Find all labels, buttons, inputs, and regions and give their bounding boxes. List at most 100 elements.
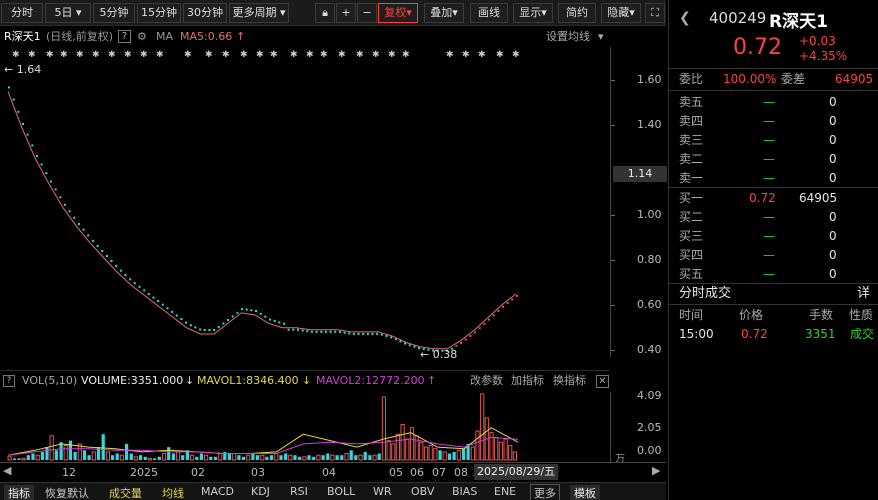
event-marker-icon[interactable]: ✱ <box>446 50 454 60</box>
event-marker-icon[interactable]: ✱ <box>372 50 380 60</box>
tab-macd[interactable]: MACD <box>201 485 234 498</box>
event-marker-icon[interactable]: ✱ <box>356 50 364 60</box>
gear-icon[interactable]: ⚙ <box>137 27 147 47</box>
event-marker-icon[interactable]: ✱ <box>184 50 192 60</box>
event-marker-icon[interactable]: ✱ <box>320 50 328 60</box>
tab-restore-default[interactable]: 恢复默认 <box>45 485 89 500</box>
book-row[interactable]: 卖四 — 0 <box>669 112 878 131</box>
tab-template[interactable]: 模板 <box>570 485 600 500</box>
tab-obv[interactable]: OBV <box>411 485 434 498</box>
volume-bar <box>461 448 466 460</box>
help-icon[interactable]: ? <box>118 30 131 43</box>
event-marker-icon[interactable]: ✱ <box>108 50 116 60</box>
tick-mark <box>611 260 615 261</box>
volume-bar <box>204 454 209 461</box>
tab-bias[interactable]: BIAS <box>452 485 477 498</box>
close-icon[interactable]: ✕ <box>596 375 609 388</box>
volume-bar <box>195 456 199 460</box>
volume-bar <box>110 455 115 460</box>
book-row[interactable]: 卖五 — 0 <box>669 93 878 112</box>
volume-bar <box>161 453 167 461</box>
event-marker-icon[interactable]: ✱ <box>12 50 20 60</box>
simple-button[interactable]: 简约 <box>558 3 596 23</box>
event-marker-icon[interactable]: ✱ <box>496 50 504 60</box>
event-marker-icon[interactable]: ✱ <box>256 50 264 60</box>
zoom-out-button[interactable]: − <box>357 3 377 23</box>
price-chart[interactable]: ✱ ✱ ✱ ✱ ✱ ✱ ✱ ✱ ✱ ✱ ✱ ✱ ✱ ✱ ✱ ✱ ✱ ✱ ✱ ✱ ✱ ✱ ✱ ✱ ✱ ✱ ✱ ✱ ✱ ← 1.64 ← 0… <box>0 47 610 363</box>
vtick-max: 4.09 <box>637 389 662 402</box>
tab-volume[interactable]: 成交量 <box>109 485 142 500</box>
event-marker-icon[interactable]: ✱ <box>92 50 100 60</box>
tab-indicator[interactable]: 指标 <box>4 485 34 500</box>
event-marker-icon[interactable]: ✱ <box>240 50 248 60</box>
tab-5day[interactable]: 5日 ▾ <box>45 3 91 23</box>
tab-boll[interactable]: BOLL <box>327 485 355 498</box>
event-marker-icon[interactable]: ✱ <box>402 50 410 60</box>
switch-indicator-link[interactable]: 换指标 <box>553 371 586 391</box>
adjust-button[interactable]: 复权▾ <box>378 3 418 23</box>
tab-intraday[interactable]: 分时 <box>1 3 43 23</box>
fullscreen-icon: ⛶ <box>651 6 659 19</box>
volume-bar <box>17 458 21 460</box>
ytick-1.40: 1.40 <box>637 118 662 131</box>
weibi-value: 100.00% <box>723 72 777 86</box>
draw-button[interactable]: 画线 <box>470 3 508 23</box>
tab-15min[interactable]: 15分钟 <box>137 3 181 23</box>
scroll-left-icon[interactable]: ◀ <box>3 464 11 477</box>
event-marker-icon[interactable]: ✱ <box>156 50 164 60</box>
event-marker-icon[interactable]: ✱ <box>76 50 84 60</box>
tab-ene[interactable]: ENE <box>494 485 516 498</box>
event-marker-icon[interactable]: ✱ <box>306 50 314 60</box>
add-indicator-link[interactable]: 加指标 <box>511 371 544 391</box>
event-marker-icon[interactable]: ✱ <box>388 50 396 60</box>
event-marker-icon[interactable]: ✱ <box>140 50 148 60</box>
tab-ma[interactable]: 均线 <box>162 485 184 500</box>
ticks-detail-button[interactable]: 详 <box>857 284 870 303</box>
event-marker-icon[interactable]: ✱ <box>28 50 36 60</box>
event-marker-icon[interactable]: ✱ <box>462 50 470 60</box>
book-row[interactable]: 买一 0.72 64905 <box>669 189 878 208</box>
scroll-right-icon[interactable]: ▶ <box>652 464 660 477</box>
chevron-left-icon[interactable]: ❮ <box>679 10 691 26</box>
tab-wr[interactable]: WR <box>373 485 392 498</box>
event-marker-icon[interactable]: ✱ <box>512 50 520 60</box>
ma-settings-link[interactable]: 设置均线 <box>546 27 590 47</box>
weibi-label: 委比 <box>679 72 704 86</box>
event-marker-icon[interactable]: ✱ <box>124 50 132 60</box>
vol-title: VOL(5,10) <box>22 374 78 387</box>
tab-more-periods[interactable]: 更多周期 ▾ <box>229 3 289 23</box>
book-row[interactable]: 卖三 — 0 <box>669 131 878 150</box>
event-marker-icon[interactable]: ✱ <box>290 50 298 60</box>
display-button[interactable]: 显示▾ <box>513 3 553 23</box>
hide-button[interactable]: 隐藏▾ <box>601 3 641 23</box>
event-marker-icon[interactable]: ✱ <box>270 50 278 60</box>
tab-5min[interactable]: 5分钟 <box>93 3 135 23</box>
ticks-columns: 时间 价格 手数 性质 <box>669 306 878 325</box>
candles <box>8 86 518 352</box>
volume-bar <box>256 455 260 460</box>
help-icon[interactable]: ? <box>3 375 15 387</box>
divider <box>669 90 878 91</box>
book-row[interactable]: 卖一 — 0 <box>669 169 878 188</box>
book-row[interactable]: 买五 — 0 <box>669 265 878 284</box>
event-marker-icon[interactable]: ✱ <box>46 50 54 60</box>
event-marker-icon[interactable]: ✱ <box>60 50 68 60</box>
tab-more[interactable]: 更多 <box>530 484 560 500</box>
volume-chart[interactable] <box>0 392 610 462</box>
tab-30min[interactable]: 30分钟 <box>183 3 227 23</box>
book-row[interactable]: 卖二 — 0 <box>669 150 878 169</box>
event-marker-icon[interactable]: ✱ <box>338 50 346 60</box>
book-row[interactable]: 买三 — 0 <box>669 227 878 246</box>
tab-rsi[interactable]: RSI <box>290 485 308 498</box>
fullscreen-button[interactable]: ⛶ <box>645 3 665 23</box>
overlay-button[interactable]: 叠加▾ <box>424 3 464 23</box>
tab-kdj[interactable]: KDJ <box>251 485 270 498</box>
lock-button[interactable]: 🔒︎ <box>315 3 335 23</box>
book-row[interactable]: 买二 — 0 <box>669 208 878 227</box>
event-marker-icon[interactable]: ✱ <box>222 50 230 60</box>
book-row[interactable]: 买四 — 0 <box>669 246 878 265</box>
change-params-link[interactable]: 改参数 <box>470 371 503 391</box>
zoom-in-button[interactable]: + <box>336 3 356 23</box>
event-marker-icon[interactable]: ✱ <box>478 50 486 60</box>
event-marker-icon[interactable]: ✱ <box>205 50 213 60</box>
